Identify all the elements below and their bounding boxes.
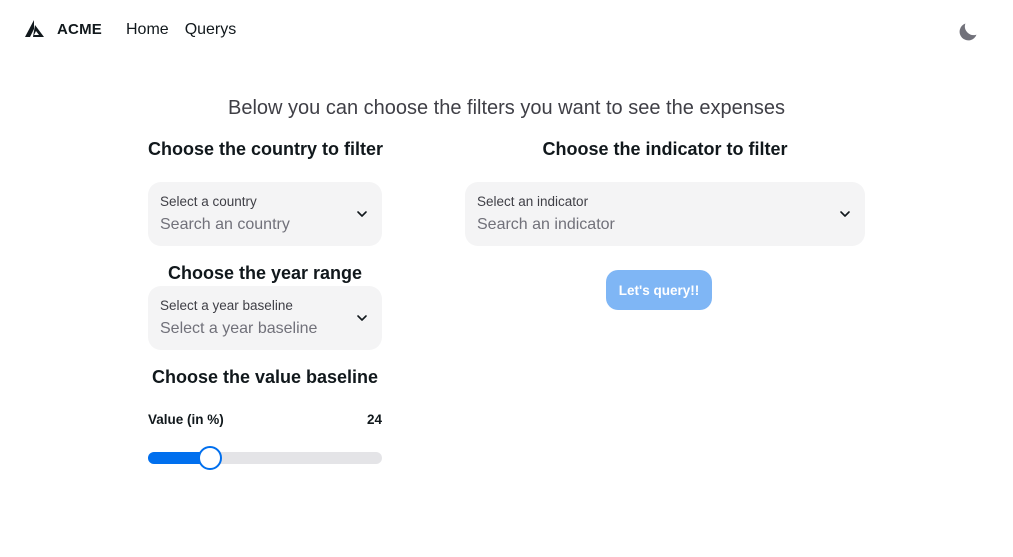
brand[interactable]: ACME (25, 20, 102, 38)
country-select[interactable]: Select a country Search an country (148, 182, 382, 246)
indicator-filter-heading: Choose the indicator to filter (542, 139, 788, 159)
nav-links: Home Querys (126, 21, 236, 39)
year-select-placeholder: Select a year baseline (160, 320, 318, 337)
query-button[interactable]: Let's query!! (606, 270, 712, 310)
brand-name: ACME (57, 20, 102, 38)
theme-toggle-button[interactable] (956, 20, 980, 44)
country-select-label: Select a country (160, 194, 257, 209)
indicator-select-label: Select an indicator (477, 194, 589, 209)
chevron-down-icon (840, 211, 850, 217)
value-filter-heading: Choose the value baseline (151, 367, 379, 387)
indicator-select[interactable]: Select an indicator Search an indicator (465, 182, 865, 246)
slider-label: Value (in %) (148, 412, 224, 427)
indicator-select-placeholder: Search an indicator (477, 216, 615, 233)
slider-value: 24 (366, 412, 382, 427)
acme-logo-icon (25, 20, 44, 37)
nav-link-querys[interactable]: Querys (185, 21, 237, 39)
intro-text: Below you can choose the filters you wan… (227, 97, 785, 119)
year-filter-heading: Choose the year range (167, 263, 363, 283)
value-slider-track[interactable] (148, 446, 382, 470)
year-select-label: Select a year baseline (160, 298, 293, 313)
chevron-down-icon (357, 315, 367, 321)
year-select[interactable]: Select a year baseline Select a year bas… (148, 286, 382, 350)
value-slider-thumb[interactable] (198, 446, 223, 470)
chevron-down-icon (357, 211, 367, 217)
moon-icon (959, 23, 977, 41)
country-filter-heading: Choose the country to filter (148, 139, 384, 159)
nav-link-home[interactable]: Home (126, 21, 169, 39)
country-select-placeholder: Search an country (160, 216, 290, 233)
navbar: ACME Home Querys (0, 0, 1013, 62)
